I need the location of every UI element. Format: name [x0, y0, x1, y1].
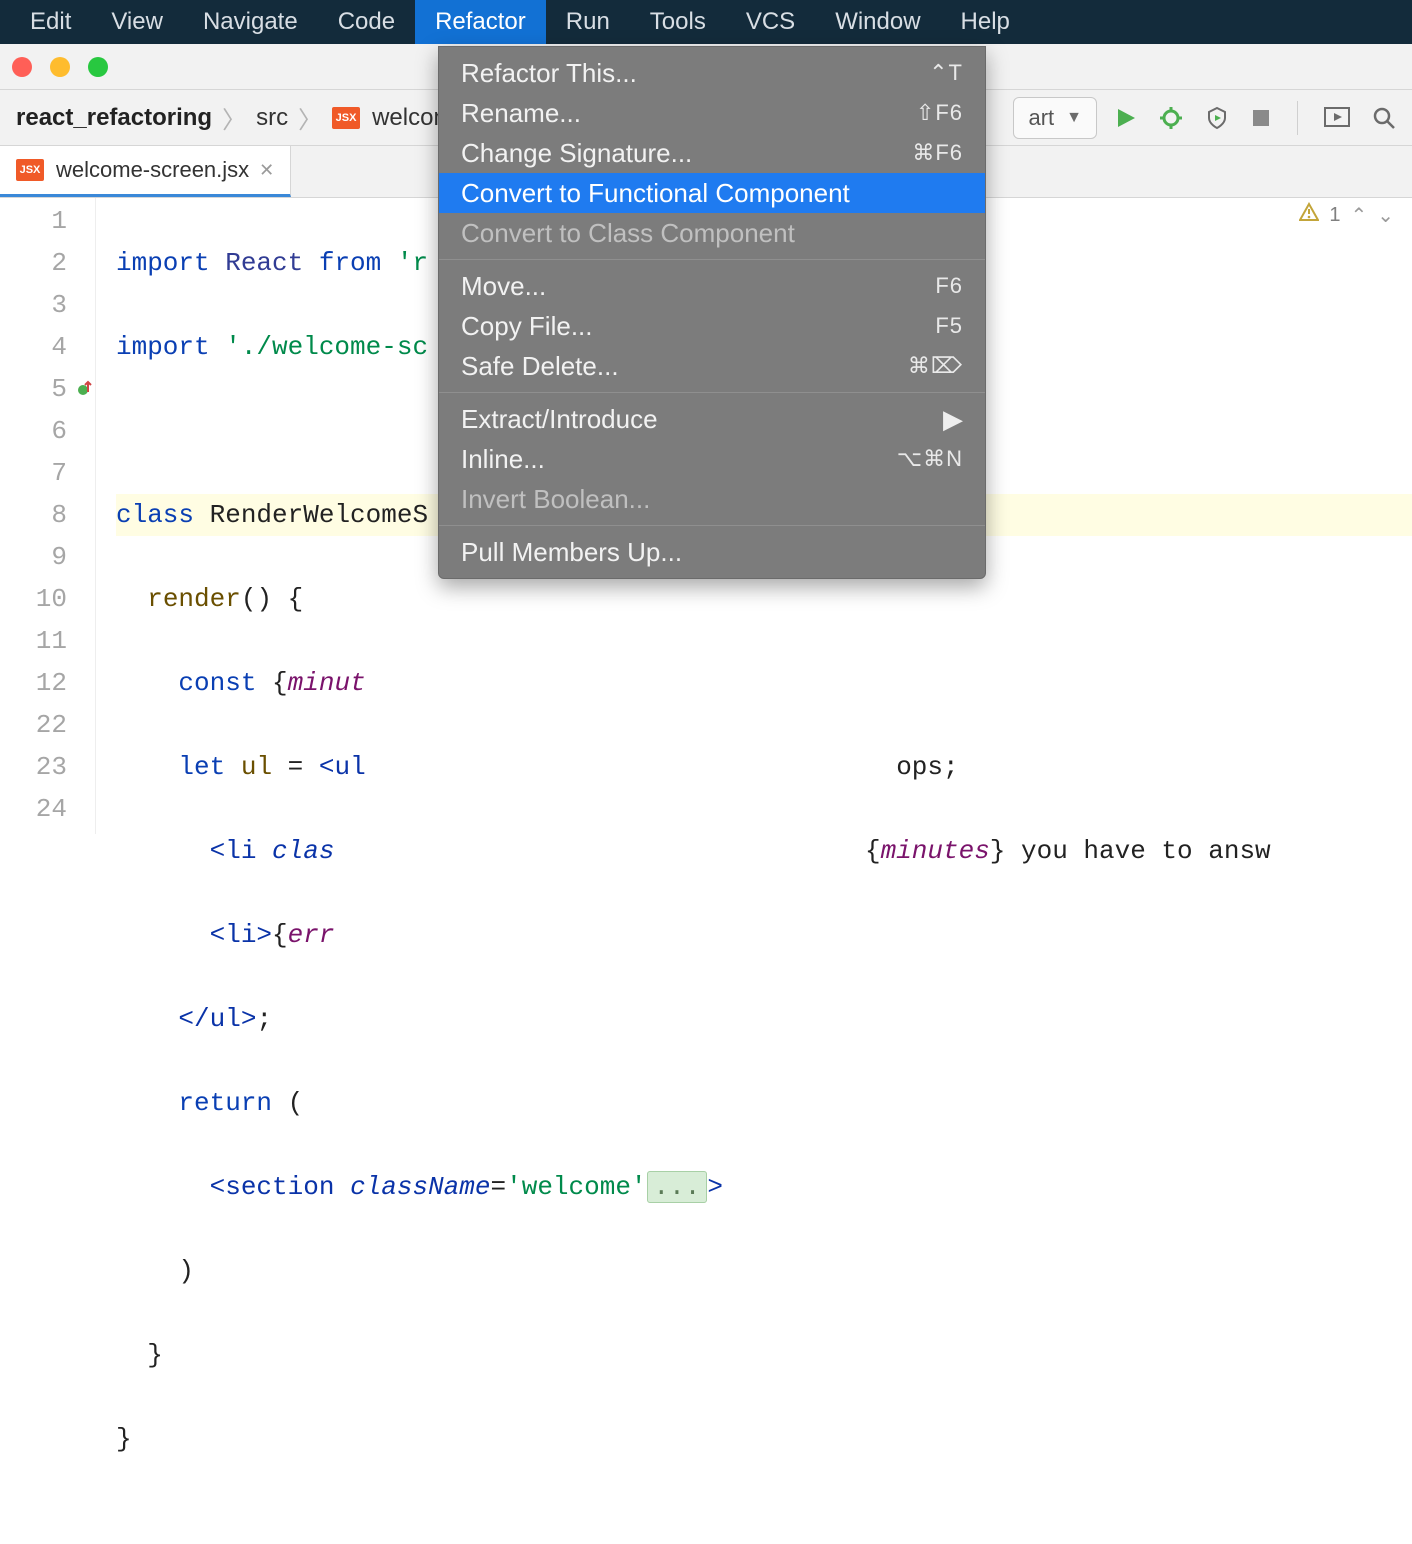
line-number: 12 [0, 662, 67, 704]
menu-window[interactable]: Window [815, 0, 940, 44]
prev-highlight-icon[interactable]: ⌃ [1350, 203, 1367, 228]
line-number: 5 [0, 368, 67, 410]
menu-inline[interactable]: Inline...⌥⌘N [439, 439, 985, 479]
line-number: 1 [0, 200, 67, 242]
chevron-right-icon: 〉 [222, 100, 246, 135]
run-config-label: art [1028, 105, 1054, 131]
line-number: 23 [0, 746, 67, 788]
code-fold-icon[interactable]: ... [647, 1171, 708, 1203]
menu-copy-file[interactable]: Copy File...F5 [439, 306, 985, 346]
line-number: 22 [0, 704, 67, 746]
refactor-menu-dropdown: Refactor This...⌃T Rename...⇧F6 Change S… [438, 46, 986, 579]
jsx-file-icon [16, 159, 44, 181]
line-number: 6 [0, 410, 67, 452]
chevron-right-icon: 〉 [298, 100, 322, 135]
menu-safe-delete[interactable]: Safe Delete...⌘⌦ [439, 346, 985, 386]
run-configuration-selector[interactable]: art ▼ [1013, 97, 1097, 139]
chevron-down-icon: ▼ [1066, 109, 1082, 127]
menu-edit[interactable]: Edit [10, 0, 91, 44]
menu-refactor[interactable]: Refactor [415, 0, 546, 44]
line-number: 11 [0, 620, 67, 662]
menu-change-signature[interactable]: Change Signature...⌘F6 [439, 133, 985, 173]
warning-icon [1299, 202, 1319, 228]
menu-invert-boolean: Invert Boolean... [439, 479, 985, 519]
implements-gutter-icon[interactable] [77, 368, 93, 410]
line-number-gutter: 1 2 3 4 5 6 7 8 9 10 11 12 22 23 24 [0, 198, 96, 834]
inspection-indicator[interactable]: 1 ⌃ ⌄ [1299, 202, 1394, 228]
line-number: 10 [0, 578, 67, 620]
menu-code[interactable]: Code [318, 0, 415, 44]
coverage-icon[interactable] [1205, 106, 1229, 130]
submenu-arrow-icon: ▶ [943, 404, 963, 435]
menu-run[interactable]: Run [546, 0, 630, 44]
menu-vcs[interactable]: VCS [726, 0, 815, 44]
separator [1297, 101, 1298, 135]
menu-pull-members-up[interactable]: Pull Members Up... [439, 532, 985, 572]
menu-convert-functional[interactable]: Convert to Functional Component [439, 173, 985, 213]
jsx-file-icon [332, 107, 360, 129]
line-number: 9 [0, 536, 67, 578]
presentation-icon[interactable] [1324, 107, 1350, 129]
close-tab-icon[interactable]: ✕ [259, 160, 274, 181]
search-icon[interactable] [1372, 106, 1396, 130]
minimize-window-icon[interactable] [50, 57, 70, 77]
stop-icon[interactable] [1251, 108, 1271, 128]
warning-count: 1 [1329, 204, 1340, 227]
line-number: 24 [0, 788, 67, 830]
tab-welcome-screen[interactable]: welcome-screen.jsx ✕ [0, 146, 291, 197]
breadcrumb-folder[interactable]: src [256, 104, 288, 132]
line-number: 4 [0, 326, 67, 368]
run-icon[interactable] [1115, 107, 1137, 129]
next-highlight-icon[interactable]: ⌄ [1377, 203, 1394, 228]
menu-help[interactable]: Help [941, 0, 1030, 44]
menu-navigate[interactable]: Navigate [183, 0, 318, 44]
menu-refactor-this[interactable]: Refactor This...⌃T [439, 53, 985, 93]
line-number: 8 [0, 494, 67, 536]
tab-label: welcome-screen.jsx [56, 157, 249, 183]
menu-convert-class: Convert to Class Component [439, 213, 985, 253]
main-menubar: Edit View Navigate Code Refactor Run Too… [0, 0, 1412, 44]
menu-extract-introduce[interactable]: Extract/Introduce▶ [439, 399, 985, 439]
menu-move[interactable]: Move...F6 [439, 266, 985, 306]
menu-view[interactable]: View [91, 0, 183, 44]
toolbar-actions [1115, 101, 1396, 135]
line-number: 2 [0, 242, 67, 284]
debug-icon[interactable] [1159, 106, 1183, 130]
line-number: 3 [0, 284, 67, 326]
line-number: 7 [0, 452, 67, 494]
breadcrumb-project[interactable]: react_refactoring [16, 104, 212, 132]
menu-tools[interactable]: Tools [630, 0, 726, 44]
maximize-window-icon[interactable] [88, 57, 108, 77]
menu-rename[interactable]: Rename...⇧F6 [439, 93, 985, 133]
close-window-icon[interactable] [12, 57, 32, 77]
